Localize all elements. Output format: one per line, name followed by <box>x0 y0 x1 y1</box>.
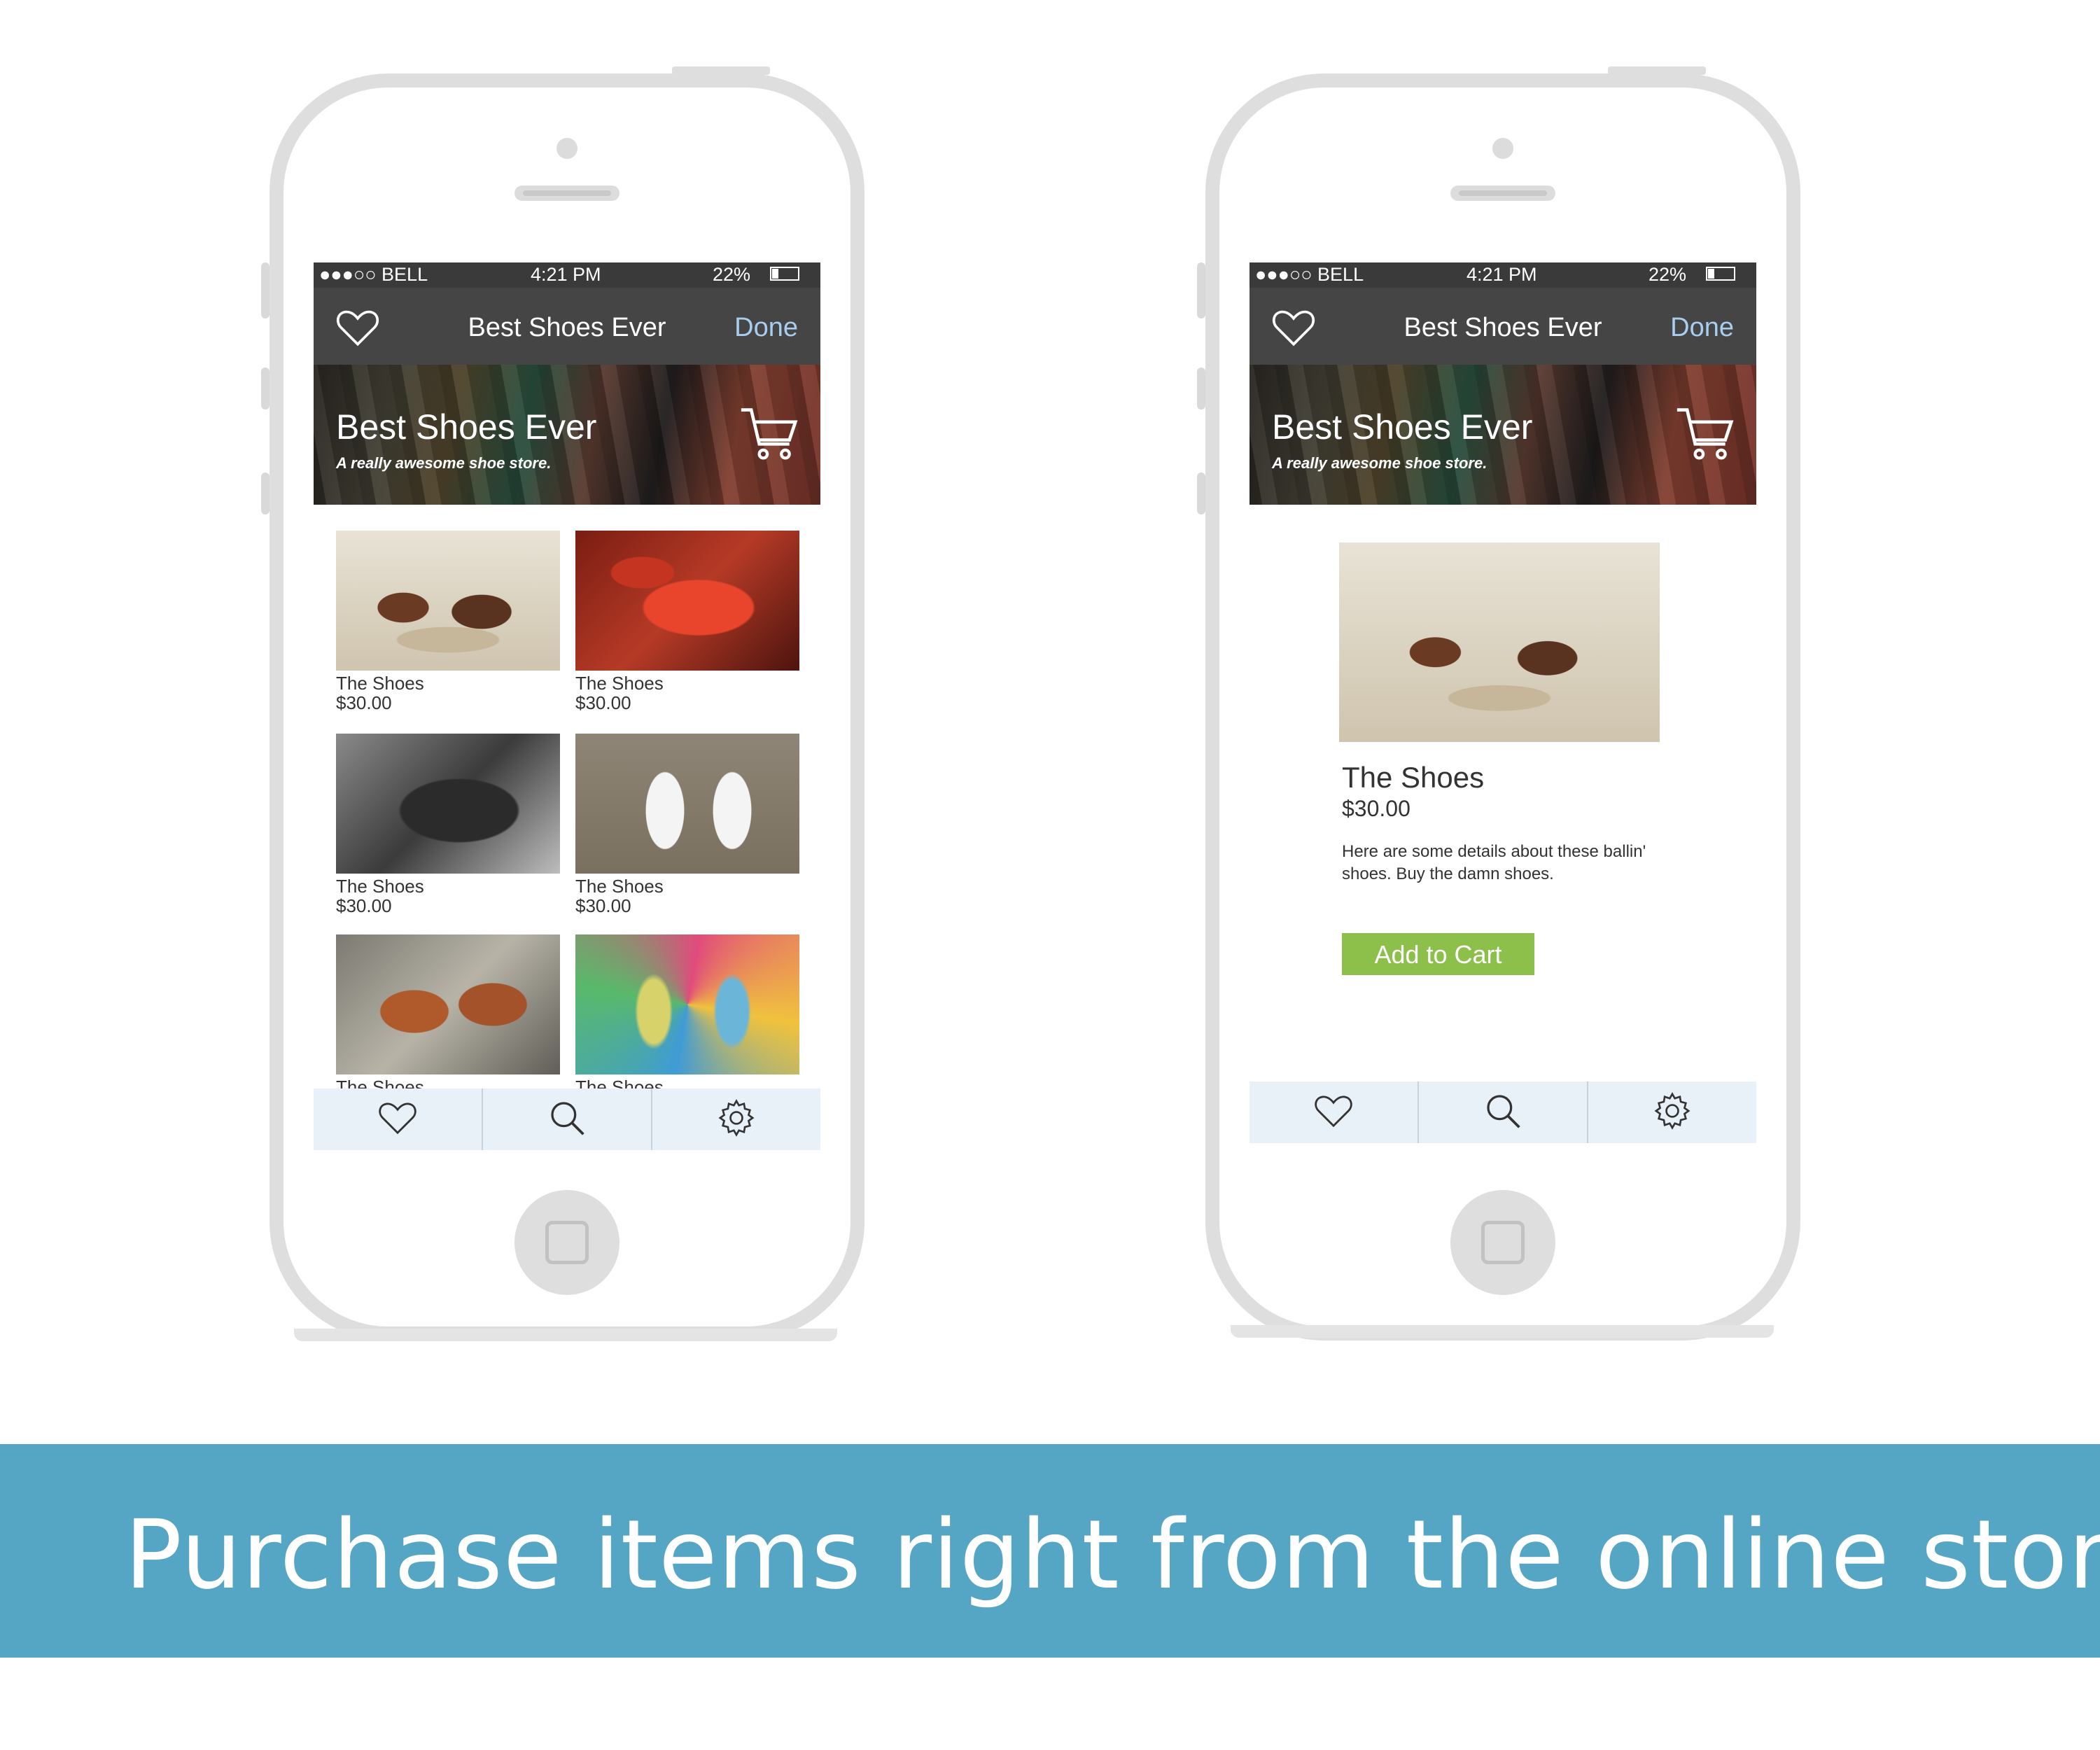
heart-icon <box>377 1100 419 1140</box>
tab-favorites[interactable] <box>314 1088 483 1150</box>
volume-up-button <box>261 368 270 410</box>
tab-favorites[interactable] <box>1250 1082 1419 1143</box>
shopping-cart-icon[interactable] <box>739 403 799 468</box>
product-name: The Shoes <box>336 876 424 897</box>
speaker <box>1450 186 1555 201</box>
banner-title: Best Shoes Ever <box>1272 407 1533 447</box>
battery-label: 22% <box>1648 264 1687 285</box>
phone-right: ●●●○○ BELL 4:21 PM 22% Best Shoes Ever D… <box>1197 66 1800 1340</box>
time-label: 4:21 PM <box>531 264 601 285</box>
tab-search[interactable] <box>1419 1082 1588 1143</box>
product-tile[interactable]: The Shoes $30.00 <box>336 734 560 916</box>
done-button[interactable]: Done <box>734 313 798 343</box>
camera <box>556 138 578 159</box>
caption-text: Purchase items right from the online sto… <box>125 1500 2100 1611</box>
screen-product-detail: ●●●○○ BELL 4:21 PM 22% Best Shoes Ever D… <box>1250 262 1756 1158</box>
status-bar: ●●●○○ BELL 4:21 PM 22% <box>314 262 820 288</box>
time-label: 4:21 PM <box>1466 264 1537 285</box>
product-price: $30.00 <box>336 895 392 916</box>
camera <box>1492 138 1513 159</box>
phone-right-base <box>1231 1325 1774 1338</box>
phone-left-base <box>294 1329 837 1341</box>
product-tile[interactable]: The Shoes <box>336 934 560 1097</box>
store-banner: Best Shoes Ever A really awesome shoe st… <box>314 365 820 505</box>
product-image <box>336 531 560 671</box>
gear-icon <box>1652 1091 1693 1135</box>
home-button[interactable] <box>514 1190 620 1295</box>
nav-bar: Best Shoes Ever Done <box>314 288 820 365</box>
product-image <box>575 531 799 671</box>
battery-label: 22% <box>713 264 751 285</box>
product-name: The Shoes <box>336 673 424 694</box>
product-image <box>575 734 799 874</box>
power-button <box>672 66 770 75</box>
home-button[interactable] <box>1450 1190 1555 1295</box>
tab-settings[interactable] <box>1588 1082 1756 1143</box>
tab-bar <box>314 1088 820 1150</box>
caption-band: Purchase items right from the online sto… <box>0 1444 2100 1658</box>
done-button[interactable]: Done <box>1670 313 1734 343</box>
product-tile[interactable]: The Shoes $30.00 <box>336 531 560 713</box>
volume-down-button <box>1197 472 1205 514</box>
mute-switch <box>261 262 270 318</box>
screen-store-grid: ●●●○○ BELL 4:21 PM 22% Best Shoes Ever D… <box>314 262 820 1158</box>
product-detail-price: $30.00 <box>1342 796 1410 821</box>
product-detail-name: The Shoes <box>1342 761 1485 794</box>
product-detail-description: Here are some details about these ballin… <box>1342 842 1646 883</box>
product-price: $30.00 <box>575 692 631 713</box>
product-name: The Shoes <box>575 673 664 694</box>
search-icon <box>547 1098 587 1141</box>
product-image <box>575 934 799 1074</box>
product-tile[interactable]: The Shoes $30.00 <box>575 734 799 916</box>
mute-switch <box>1197 262 1205 318</box>
product-name: The Shoes <box>575 876 664 897</box>
banner-subtitle: A really awesome shoe store. <box>1272 454 1488 472</box>
store-banner: Best Shoes Ever A really awesome shoe st… <box>1250 365 1756 505</box>
carrier-label: ●●●○○ BELL <box>319 264 428 285</box>
volume-up-button <box>1197 368 1205 410</box>
status-bar: ●●●○○ BELL 4:21 PM 22% <box>1250 262 1756 288</box>
nav-bar: Best Shoes Ever Done <box>1250 288 1756 365</box>
product-tile[interactable]: The Shoes $30.00 <box>575 531 799 713</box>
product-price: $30.00 <box>336 692 392 713</box>
carrier-label: ●●●○○ BELL <box>1255 264 1364 285</box>
heart-icon <box>1312 1093 1354 1133</box>
shopping-cart-icon[interactable] <box>1675 403 1735 468</box>
power-button <box>1608 66 1706 75</box>
product-image <box>336 734 560 874</box>
search-icon <box>1483 1091 1522 1134</box>
gear-icon <box>716 1098 757 1142</box>
speaker <box>514 186 620 201</box>
add-to-cart-button[interactable]: Add to Cart <box>1342 933 1534 975</box>
battery-icon <box>1706 267 1735 281</box>
tab-search[interactable] <box>483 1088 652 1150</box>
phone-left: ●●●○○ BELL 4:21 PM 22% Best Shoes Ever D… <box>261 66 864 1340</box>
battery-icon <box>770 267 799 281</box>
product-image <box>336 934 560 1074</box>
tab-bar <box>1250 1082 1756 1143</box>
product-tile[interactable]: The Shoes <box>575 934 799 1097</box>
banner-title: Best Shoes Ever <box>336 407 597 447</box>
product-price: $30.00 <box>575 895 631 916</box>
product-detail-image <box>1339 542 1660 742</box>
banner-subtitle: A really awesome shoe store. <box>336 454 552 472</box>
volume-down-button <box>261 472 270 514</box>
tab-settings[interactable] <box>652 1088 820 1150</box>
